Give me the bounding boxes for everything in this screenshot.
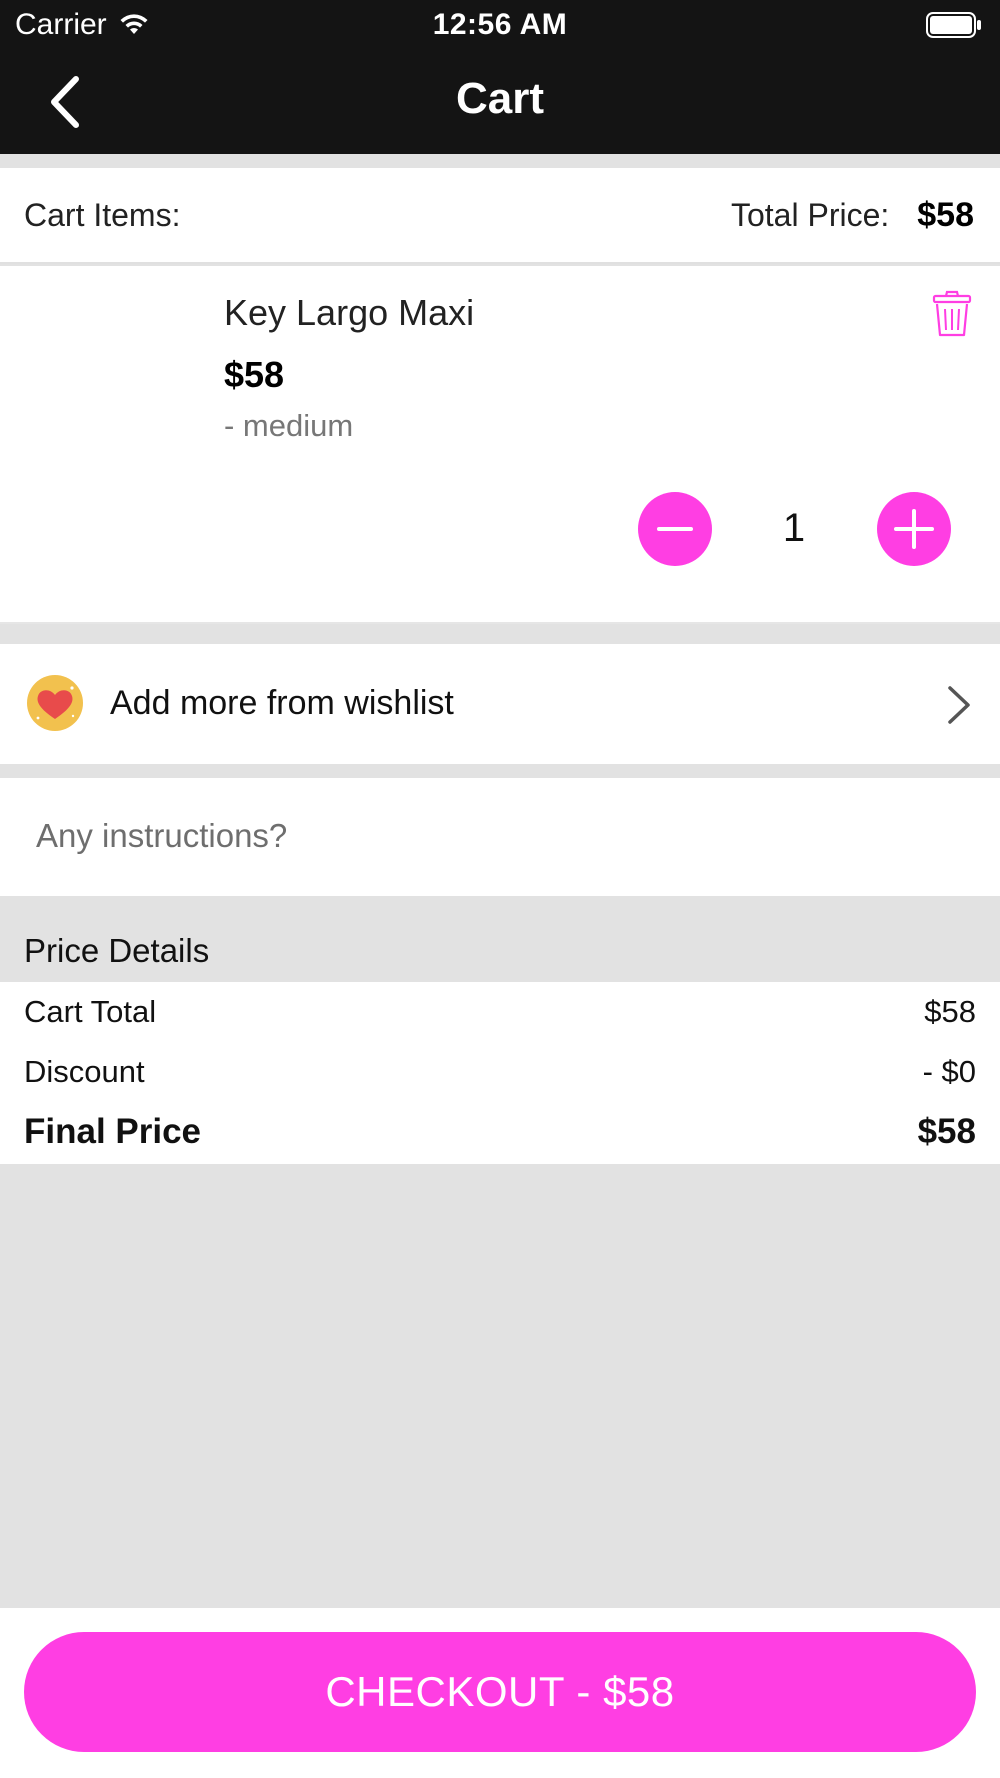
item-variant: - medium: [224, 408, 354, 443]
cart-item: Key Largo Maxi $58 - medium 1: [0, 266, 1000, 624]
checkout-button[interactable]: CHECKOUT - $58: [24, 1632, 976, 1752]
minus-icon: [657, 527, 693, 531]
cart-screen: Carrier 12:56 AM Cart Cart Items: Total …: [0, 0, 1000, 1778]
trash-icon: [932, 290, 972, 337]
total-price-value: $58: [917, 195, 974, 234]
heart-icon: [27, 675, 83, 731]
chevron-right-icon: [948, 686, 970, 724]
add-from-wishlist-row[interactable]: Add more from wishlist: [0, 644, 1000, 764]
price-details-heading: Price Details: [24, 932, 210, 969]
wishlist-label: Add more from wishlist: [110, 684, 454, 722]
plus-icon: [894, 509, 934, 549]
battery-icon: [926, 12, 981, 38]
price-row-label: Cart Total: [24, 994, 157, 1029]
cart-summary-header: Cart Items: Total Price: $58: [0, 168, 1000, 264]
top-bar: Carrier 12:56 AM Cart: [0, 0, 1000, 154]
instructions-input[interactable]: [36, 806, 956, 866]
checkout-bar: CHECKOUT - $58: [0, 1608, 1000, 1778]
price-row-value: $58: [917, 1112, 976, 1151]
price-details: Cart Total $58 Discount - $0 Final Price…: [0, 982, 1000, 1164]
price-row-label: Discount: [24, 1054, 145, 1089]
price-row-value: $58: [924, 994, 976, 1029]
decrease-quantity-button[interactable]: [638, 492, 712, 566]
price-row-value: - $0: [922, 1054, 976, 1089]
price-row-cart-total: Cart Total $58: [24, 994, 976, 1030]
item-price: $58: [224, 354, 285, 395]
item-name[interactable]: Key Largo Maxi: [224, 292, 474, 334]
price-row-label: Final Price: [24, 1112, 202, 1151]
delete-item-button[interactable]: [930, 290, 974, 338]
cart-items-label: Cart Items:: [24, 196, 181, 233]
total-price-label: Total Price:: [730, 196, 890, 233]
price-row-final: Final Price $58: [24, 1112, 976, 1152]
instructions-section: [0, 778, 1000, 896]
quantity-value: 1: [782, 506, 806, 550]
status-time: 12:56 AM: [432, 8, 568, 41]
page-title: Cart: [455, 74, 545, 123]
increase-quantity-button[interactable]: [877, 492, 951, 566]
price-row-discount: Discount - $0: [24, 1054, 976, 1090]
